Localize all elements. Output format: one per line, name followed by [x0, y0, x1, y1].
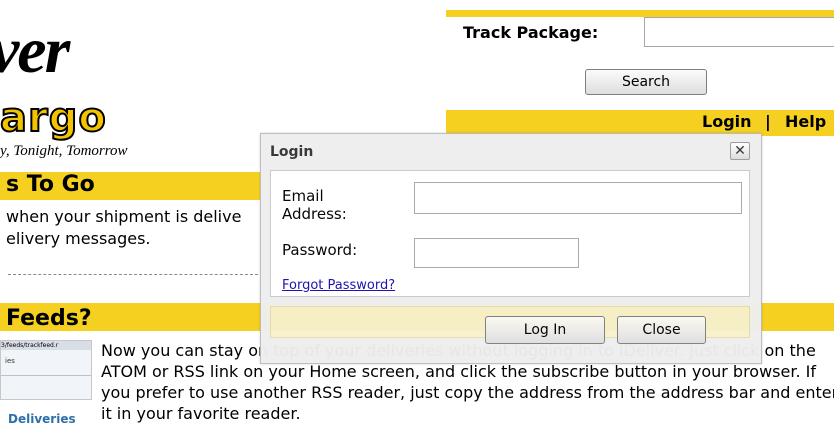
password-label: Password:	[282, 241, 358, 259]
nav-separator: |	[765, 112, 771, 131]
password-field[interactable]	[414, 238, 579, 268]
logo-text-top: ver	[0, 14, 70, 87]
section-title: Feeds?	[6, 306, 92, 331]
logo-text-cargo: argo	[0, 95, 107, 141]
thumbnail-text: ies	[5, 357, 15, 365]
logo-tagline: y, Tonight, Tomorrow	[0, 143, 128, 159]
forgot-password-link[interactable]: Forgot Password?	[282, 278, 395, 293]
track-package-input[interactable]	[644, 17, 834, 47]
dialog-title: Login	[270, 144, 314, 160]
section-title: s To Go	[6, 172, 95, 197]
log-in-button[interactable]: Log In	[485, 316, 605, 344]
close-icon[interactable]: ✕	[730, 142, 750, 160]
nav-help-link[interactable]: Help	[785, 112, 826, 131]
login-form: Email Address: Password: Forgot Password…	[270, 170, 750, 297]
section-text-line: elivery messages.	[6, 229, 151, 248]
header-accent-bar	[446, 10, 834, 17]
nav-login-link[interactable]: Login	[702, 112, 752, 131]
section-text-line: when your shipment is delive	[6, 207, 242, 226]
feed-screenshot-thumbnail: 3/feeds/trackfeed.r ies	[0, 340, 92, 400]
close-button[interactable]: Close	[617, 316, 706, 344]
track-package-label: Track Package:	[463, 23, 599, 42]
search-button[interactable]: Search	[585, 69, 707, 95]
email-label: Email Address:	[282, 187, 347, 223]
section-divider	[8, 274, 258, 275]
thumbnail-divider	[1, 375, 91, 376]
thumbnail-address-text: 3/feeds/trackfeed.r	[1, 341, 91, 350]
deliveries-link[interactable]: Deliveries	[8, 412, 76, 426]
email-field[interactable]	[414, 182, 742, 214]
login-dialog: Login ✕ Email Address: Password: Forgot …	[260, 133, 762, 364]
